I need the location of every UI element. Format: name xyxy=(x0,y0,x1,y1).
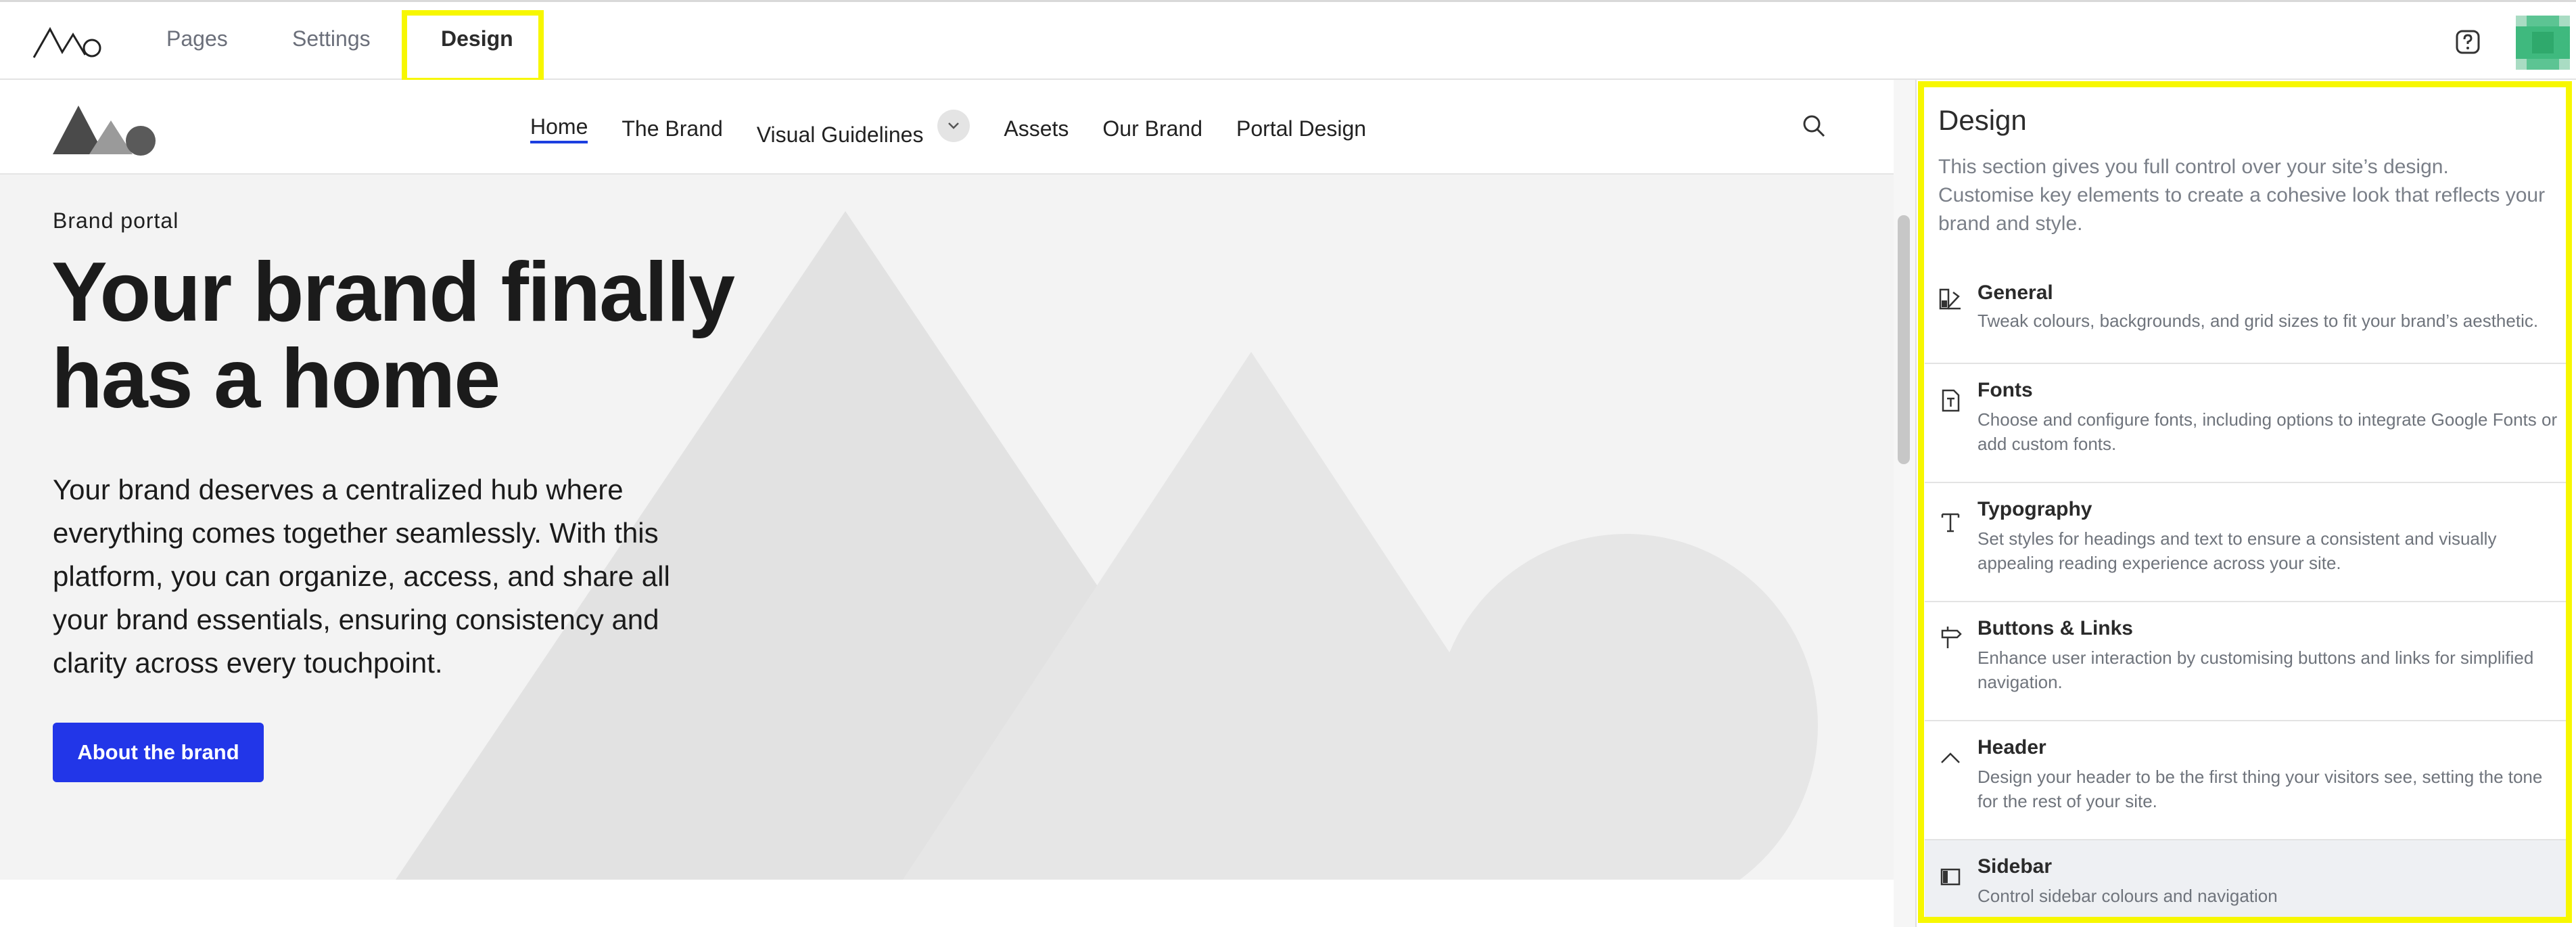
section-buttons-links[interactable]: Buttons & Links Enhance user interaction… xyxy=(1925,602,2567,721)
signpost-icon xyxy=(1941,627,1962,648)
nav-portal-design[interactable]: Portal Design xyxy=(1236,116,1366,141)
panel-title: Design xyxy=(1938,104,2027,136)
admin-topbar: Pages Settings Design xyxy=(0,0,2576,83)
hero-eyebrow: Brand portal xyxy=(53,208,179,233)
site-header: Home The Brand Visual Guidelines Assets … xyxy=(0,80,1894,175)
section-desc: Tweak colours, backgrounds, and grid siz… xyxy=(1977,311,2539,331)
section-sidebar[interactable]: Sidebar Control sidebar colours and navi… xyxy=(1925,840,2567,922)
site-preview: Home The Brand Visual Guidelines Assets … xyxy=(0,80,1894,927)
tab-settings[interactable]: Settings xyxy=(292,26,371,51)
section-desc: Choose and configure fonts, including op… xyxy=(1977,409,2558,454)
tab-pages[interactable]: Pages xyxy=(166,26,228,51)
nav-the-brand[interactable]: The Brand xyxy=(622,116,722,141)
nav-our-brand[interactable]: Our Brand xyxy=(1102,116,1202,141)
section-desc: Set styles for headings and text to ensu… xyxy=(1977,528,2497,573)
font-file-icon xyxy=(1942,389,1960,412)
chevron-up-icon xyxy=(1941,752,1960,763)
hero-title: Your brand finally has a home xyxy=(51,246,735,426)
nav-visual-guidelines-label: Visual Guidelines xyxy=(756,122,924,147)
app-logo-icon[interactable] xyxy=(32,25,103,60)
section-title: Buttons & Links xyxy=(1977,617,2133,639)
nav-home[interactable]: Home xyxy=(530,114,588,143)
section-header[interactable]: Header Design your header to be the firs… xyxy=(1925,721,2567,840)
palette-icon xyxy=(1939,288,1961,310)
section-fonts[interactable]: Fonts Choose and configure fonts, includ… xyxy=(1925,364,2567,483)
design-tab-highlight xyxy=(402,10,544,83)
about-brand-button[interactable]: About the brand xyxy=(53,723,264,782)
site-nav: Home The Brand Visual Guidelines Assets … xyxy=(530,110,1366,148)
hero-section: Brand portal Your brand finally has a ho… xyxy=(0,175,1894,880)
nav-assets[interactable]: Assets xyxy=(1004,116,1069,141)
section-title: Typography xyxy=(1977,498,2092,520)
search-icon[interactable] xyxy=(1802,114,1826,138)
scrollbar-thumb[interactable] xyxy=(1898,215,1910,464)
panel-description: This section gives you full control over… xyxy=(1938,156,2546,235)
chevron-down-icon[interactable] xyxy=(937,110,970,142)
sidebar-icon xyxy=(1940,868,1961,886)
site-logo-icon[interactable] xyxy=(50,100,161,157)
section-title: Fonts xyxy=(1977,379,2033,401)
preview-scrollbar[interactable] xyxy=(1894,80,1915,927)
nav-visual-guidelines[interactable]: Visual Guidelines xyxy=(757,110,970,148)
section-title: Header xyxy=(1977,736,2046,759)
section-desc: Enhance user interaction by customising … xyxy=(1977,648,2534,692)
section-typography[interactable]: Typography Set styles for headings and t… xyxy=(1925,483,2567,602)
section-general[interactable]: General Tweak colours, backgrounds, and … xyxy=(1925,268,2567,364)
section-desc: Design your header to be the first thing… xyxy=(1977,767,2543,811)
design-panel: Design This section gives you full contr… xyxy=(1915,80,2576,927)
hero-body: Your brand deserves a centralized hub wh… xyxy=(53,474,670,679)
typography-icon xyxy=(1941,513,1960,533)
section-title: Sidebar xyxy=(1977,855,2053,878)
section-desc: Control sidebar colours and navigation xyxy=(1977,886,2278,906)
help-icon[interactable] xyxy=(2455,29,2481,55)
section-title: General xyxy=(1977,281,2053,304)
avatar[interactable] xyxy=(2516,16,2570,70)
